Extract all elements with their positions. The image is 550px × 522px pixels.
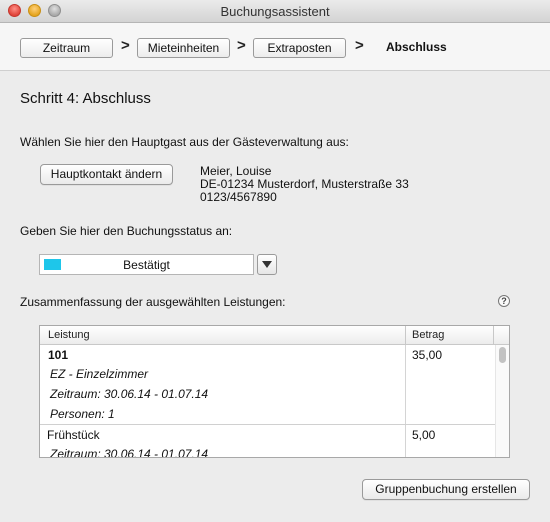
row-detail: EZ - Einzelzimmer bbox=[50, 367, 149, 381]
page-title: Schritt 4: Abschluss bbox=[20, 90, 151, 107]
table-header: Leistung Betrag bbox=[40, 326, 509, 345]
step-extraposten-button[interactable]: Extraposten bbox=[253, 38, 346, 58]
change-main-contact-button[interactable]: Hauptkontakt ändern bbox=[40, 164, 173, 185]
column-header-leistung[interactable]: Leistung bbox=[48, 329, 90, 341]
status-value: Bestätigt bbox=[123, 258, 170, 272]
step-navigation: Zeitraum > Mieteinheiten > Extraposten >… bbox=[0, 23, 550, 71]
row-title: Frühstück bbox=[47, 428, 100, 442]
booking-wizard-window: Buchungsassistent Zeitraum > Mieteinheit… bbox=[0, 0, 550, 522]
current-step-label: Abschluss bbox=[386, 40, 447, 54]
step-separator-icon: > bbox=[237, 37, 246, 54]
row-detail: Zeitraum: 30.06.14 - 01.07.14 bbox=[50, 447, 209, 457]
step-separator-icon: > bbox=[355, 37, 364, 54]
summary-prompt-label: Zusammenfassung der ausgewählten Leistun… bbox=[20, 295, 286, 309]
step-mieteinheiten-button[interactable]: Mieteinheiten bbox=[137, 38, 230, 58]
table-scrollbar[interactable] bbox=[495, 345, 509, 457]
status-prompt-label: Geben Sie hier den Buchungsstatus an: bbox=[20, 224, 233, 238]
table-body: 101 35,00 EZ - Einzelzimmer Zeitraum: 30… bbox=[40, 345, 509, 457]
column-header-betrag[interactable]: Betrag bbox=[412, 329, 444, 341]
title-bar: Buchungsassistent bbox=[0, 0, 550, 23]
chevron-down-icon bbox=[262, 261, 272, 268]
status-dropdown-button[interactable] bbox=[257, 254, 277, 275]
help-icon[interactable]: ? bbox=[498, 295, 510, 307]
row-amount: 5,00 bbox=[412, 428, 436, 442]
booking-status-select[interactable]: Bestätigt bbox=[39, 254, 254, 275]
guest-prompt-label: Wählen Sie hier den Hauptgast aus der Gä… bbox=[20, 135, 349, 149]
row-amount: 35,00 bbox=[412, 348, 443, 362]
guest-phone: 0123/4567890 bbox=[200, 190, 277, 204]
guest-info: Meier, Louise DE-01234 Musterdorf, Muste… bbox=[200, 165, 409, 204]
row-detail: Zeitraum: 30.06.14 - 01.07.14 bbox=[50, 387, 209, 401]
table-row[interactable]: Frühstück 5,00 Zeitraum: 30.06.14 - 01.0… bbox=[40, 425, 495, 457]
services-table: Leistung Betrag 101 35,00 EZ - Einzelzim… bbox=[39, 325, 510, 458]
row-title: 101 bbox=[48, 348, 69, 362]
row-detail: Personen: 1 bbox=[50, 407, 115, 421]
window-title: Buchungsassistent bbox=[220, 4, 330, 19]
column-divider bbox=[405, 326, 406, 344]
table-row[interactable]: 101 35,00 EZ - Einzelzimmer Zeitraum: 30… bbox=[40, 345, 495, 423]
create-group-booking-button[interactable]: Gruppenbuchung erstellen bbox=[362, 479, 530, 500]
step-separator-icon: > bbox=[121, 37, 130, 54]
scrollbar-thumb[interactable] bbox=[499, 347, 506, 363]
column-divider bbox=[493, 326, 494, 344]
step-zeitraum-button[interactable]: Zeitraum bbox=[20, 38, 113, 58]
